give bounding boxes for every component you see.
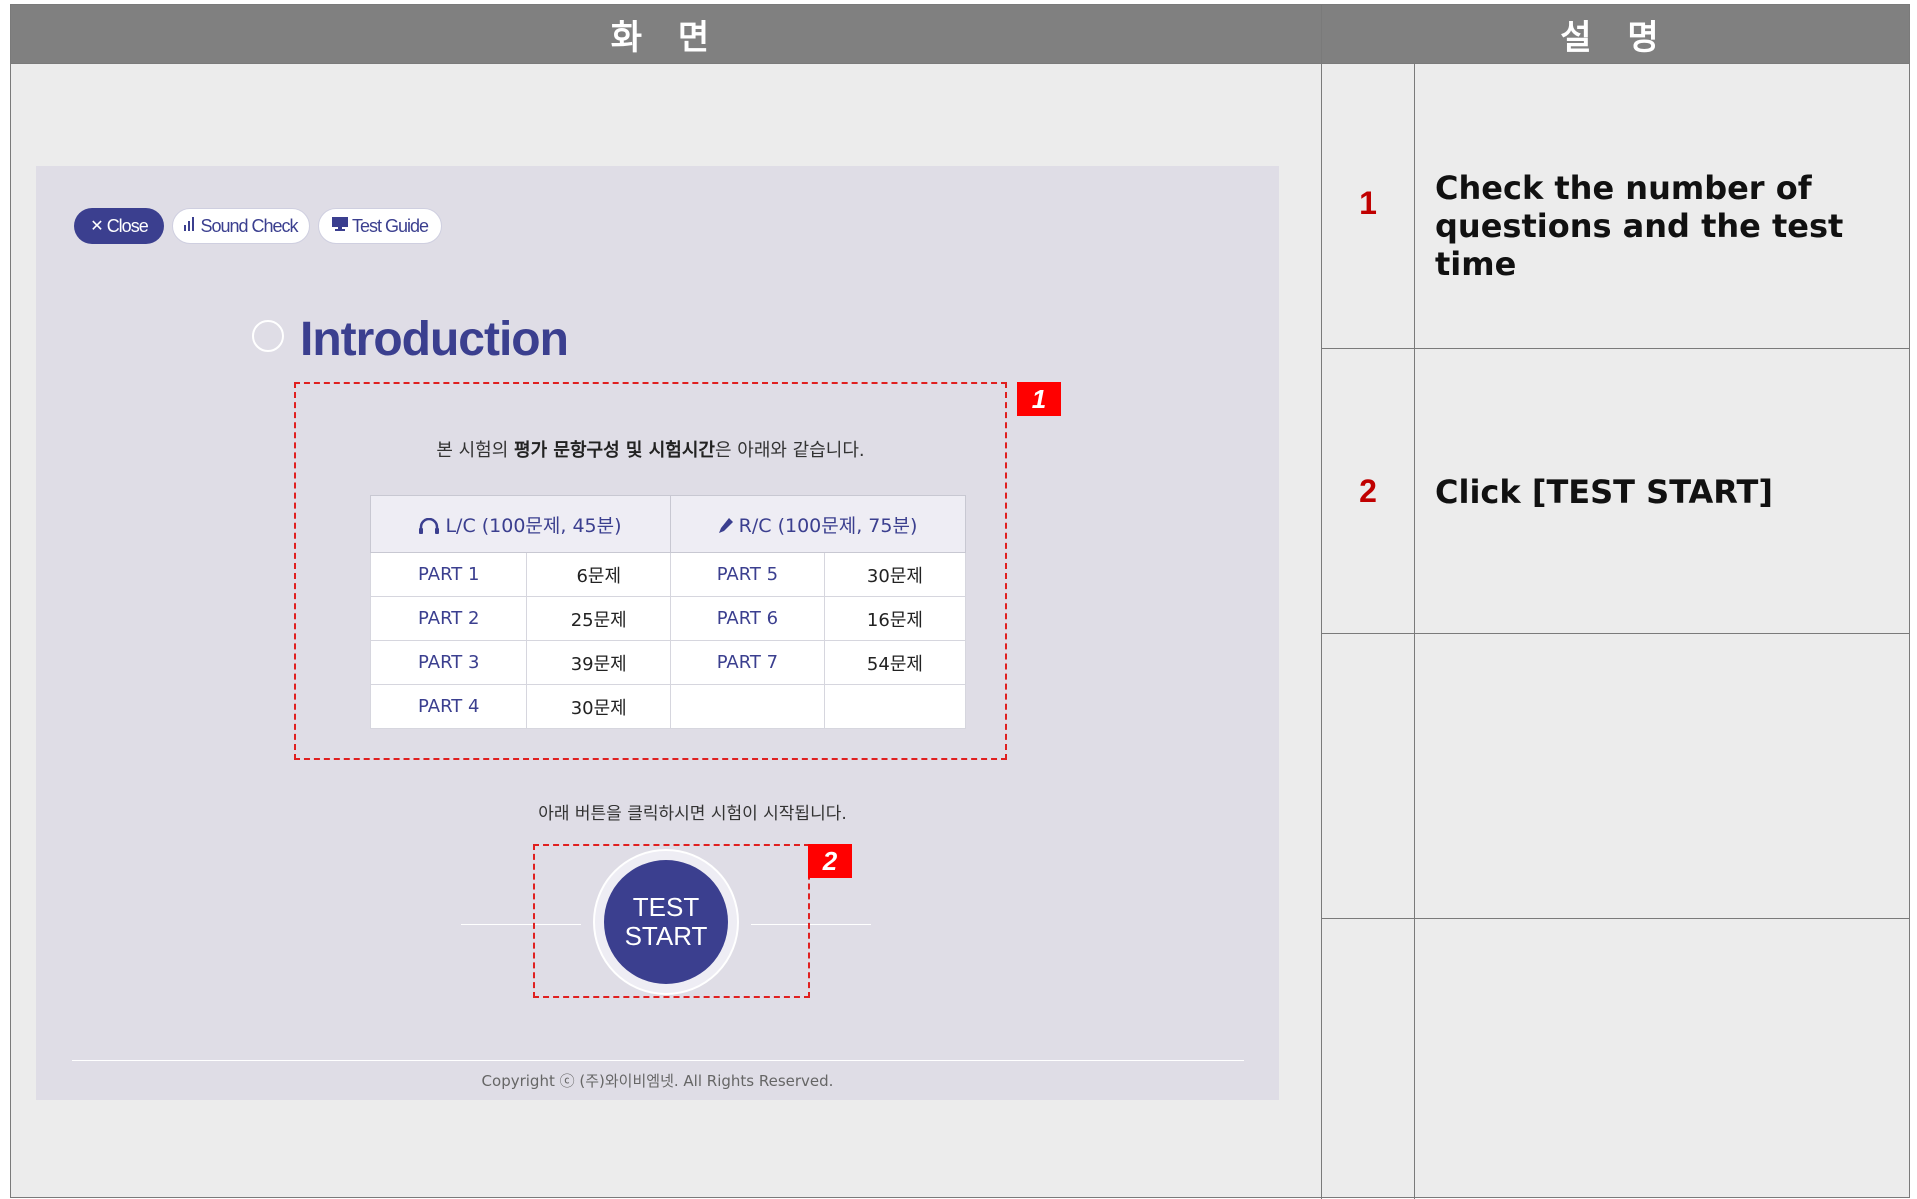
step-badge-1: 1 bbox=[1017, 382, 1061, 416]
table-row: PART 1 6문제 PART 5 30문제 bbox=[369, 552, 967, 597]
circle-icon bbox=[252, 320, 284, 352]
lc-header: L/C (100문제, 45분) bbox=[370, 495, 671, 553]
rc-count: 54문제 bbox=[823, 640, 967, 685]
lc-count: 25문제 bbox=[526, 596, 671, 641]
intro-text: 본 시험의 평가 문항구성 및 시험시간은 아래와 같습니다. bbox=[294, 436, 1007, 462]
description-column-header: 설 명 bbox=[1322, 5, 1909, 63]
table-row: PART 2 25문제 PART 6 16문제 bbox=[369, 596, 967, 641]
pencil-icon bbox=[718, 515, 739, 537]
intro-text-bold: 평가 문항구성 및 시험시간 bbox=[514, 440, 715, 461]
intro-text-prefix: 본 시험의 bbox=[436, 440, 515, 461]
copyright: Copyright ⓒ (주)와이비엠넷. All Rights Reserve… bbox=[481, 1072, 834, 1090]
monitor-icon bbox=[331, 216, 348, 236]
step-number-2: 2 bbox=[1359, 473, 1377, 509]
step-number-1: 1 bbox=[1359, 185, 1377, 221]
rc-count: 16문제 bbox=[823, 596, 967, 641]
highlight-box-2 bbox=[533, 844, 810, 998]
rc-count: 30문제 bbox=[823, 552, 967, 597]
rc-count bbox=[823, 684, 967, 729]
step-description-2: Click [TEST START] bbox=[1435, 473, 1773, 511]
lc-part: PART 3 bbox=[369, 640, 528, 685]
lc-part: PART 2 bbox=[369, 596, 528, 641]
lc-header-label: L/C (100문제, 45분) bbox=[445, 514, 622, 537]
row-divider bbox=[1322, 348, 1909, 349]
close-button[interactable]: ✕ Close bbox=[74, 208, 164, 244]
close-label: Close bbox=[106, 215, 149, 236]
table-row: PART 3 39문제 PART 7 54문제 bbox=[369, 640, 967, 685]
sound-bars-icon bbox=[184, 216, 196, 236]
start-instruction: 아래 버튼을 클릭하시면 시험이 시작됩니다. bbox=[538, 804, 847, 824]
rc-header-label: R/C (100문제, 75분) bbox=[738, 514, 918, 537]
test-guide-button[interactable]: Test Guide bbox=[318, 208, 442, 244]
intro-text-suffix: 은 아래와 같습니다. bbox=[715, 440, 865, 461]
lc-part: PART 4 bbox=[369, 684, 528, 729]
test-guide-label: Test Guide bbox=[351, 215, 429, 236]
exam-composition-table: L/C (100문제, 45분) R/C (100문제, 75분) PART 1… bbox=[369, 495, 967, 729]
headphones-icon bbox=[419, 515, 445, 537]
header-divider bbox=[11, 63, 1909, 64]
number-column-divider bbox=[1414, 63, 1415, 1199]
app-screenshot: ✕ Close Sound Check Test Guide Introduct… bbox=[36, 166, 1279, 1100]
sound-check-label: Sound Check bbox=[200, 215, 298, 236]
sound-check-button[interactable]: Sound Check bbox=[172, 208, 310, 244]
close-icon: ✕ bbox=[90, 218, 103, 235]
rc-part: PART 6 bbox=[669, 596, 825, 641]
lc-part: PART 1 bbox=[369, 552, 528, 597]
lc-count: 30문제 bbox=[526, 684, 671, 729]
lc-count: 6문제 bbox=[526, 552, 671, 597]
row-divider bbox=[1322, 918, 1909, 919]
rc-header: R/C (100문제, 75분) bbox=[669, 495, 967, 553]
document-table: 화 면 설 명 ✕ Close Sound Check Test Guide I… bbox=[10, 4, 1910, 1199]
rc-part: PART 7 bbox=[669, 640, 825, 685]
page-title: Introduction bbox=[300, 313, 569, 366]
rc-part: PART 5 bbox=[669, 552, 825, 597]
rc-part bbox=[669, 684, 825, 729]
footer-divider bbox=[72, 1060, 1244, 1061]
lc-count: 39문제 bbox=[526, 640, 671, 685]
step-description-1: Check the number of questions and the te… bbox=[1435, 169, 1844, 283]
screen-column-header: 화 면 bbox=[11, 5, 1321, 63]
step-badge-2: 2 bbox=[808, 844, 852, 878]
row-divider bbox=[1322, 633, 1909, 634]
table-row: PART 4 30문제 bbox=[369, 684, 967, 729]
